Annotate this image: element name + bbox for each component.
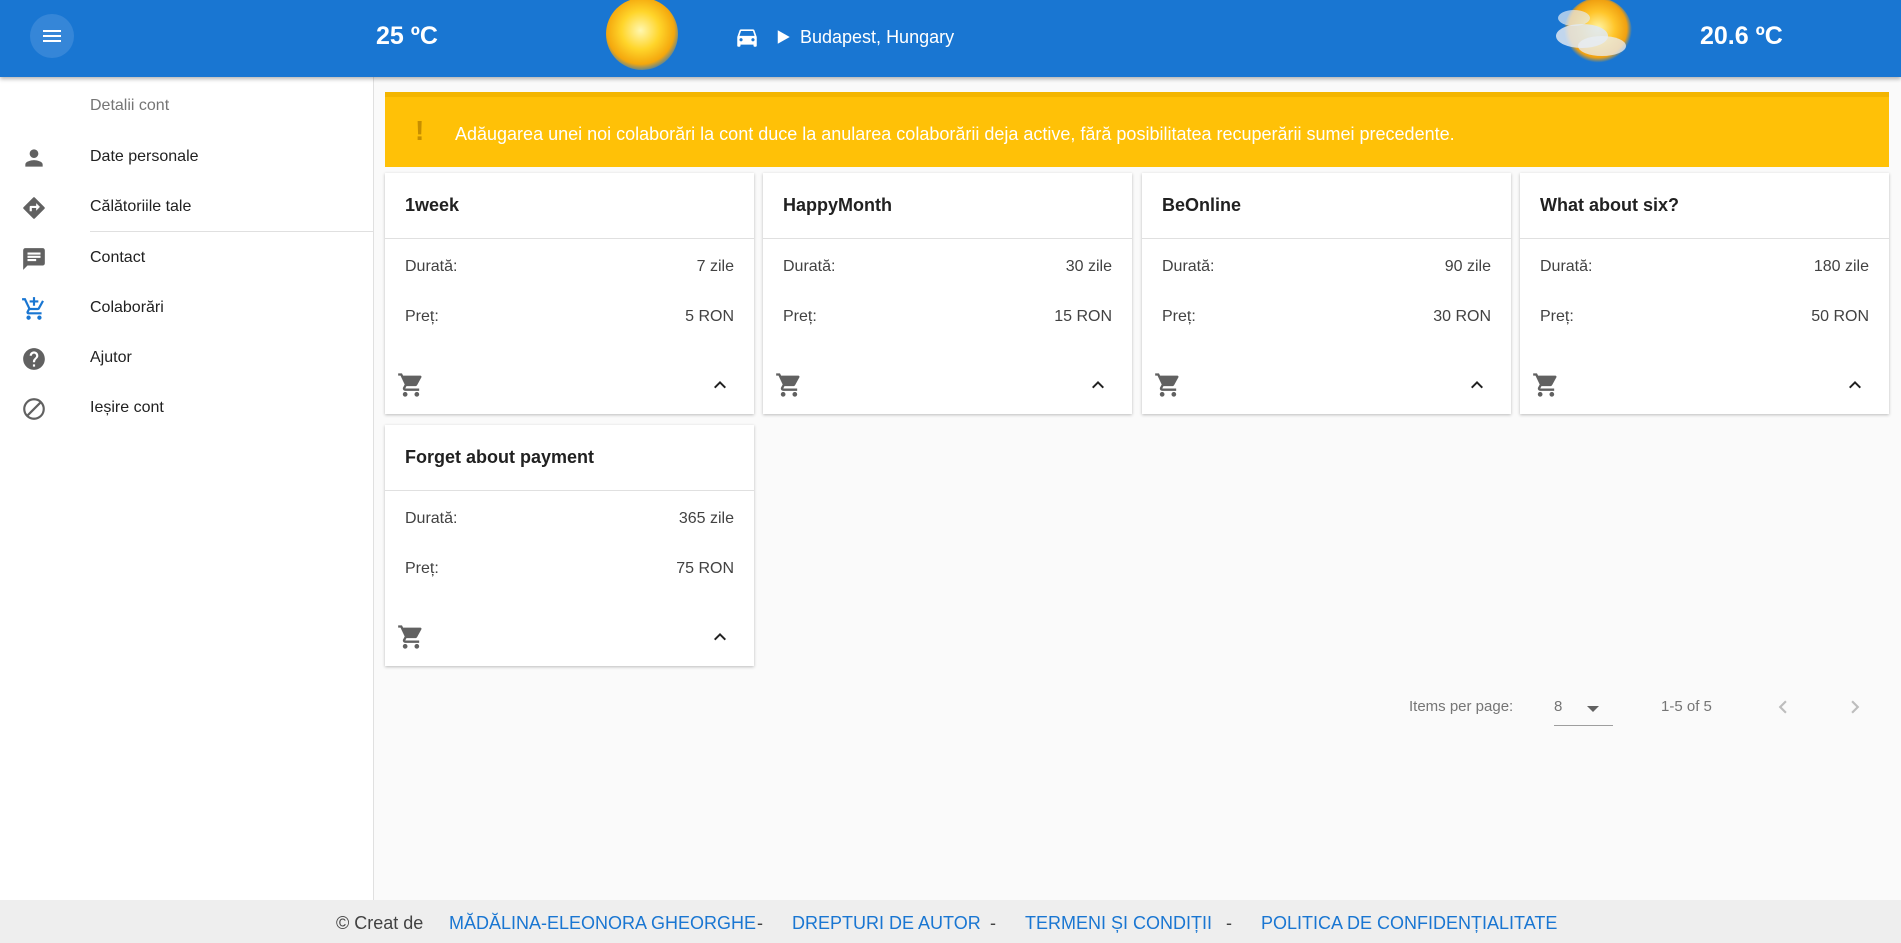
cart-icon[interactable] bbox=[397, 371, 425, 399]
sidebar-item-label: Călătoriile tale bbox=[90, 198, 192, 215]
plan-title: HappyMonth bbox=[783, 195, 892, 215]
sidebar-item-help[interactable]: Ajutor bbox=[0, 333, 374, 383]
sidebar-item-label: Date personale bbox=[90, 148, 199, 165]
price-value: 50 RON bbox=[1811, 308, 1869, 325]
price-value: 5 RON bbox=[685, 308, 734, 325]
sidebar-item-label: Colaborări bbox=[90, 299, 164, 316]
sidebar-item-personal-data[interactable]: Date personale bbox=[0, 132, 374, 182]
plan-title: What about six? bbox=[1540, 195, 1679, 215]
plan-title: Forget about payment bbox=[405, 447, 595, 467]
footer-privacy-link[interactable]: POLITICA DE CONFIDENȚIALITATE bbox=[1261, 913, 1557, 934]
plan-card: HappyMonth Durată: 30 zile Preț: 15 RON bbox=[763, 173, 1132, 414]
plan-card: Forget about payment Durată: 365 zile Pr… bbox=[385, 425, 754, 666]
footer-terms-link[interactable]: TERMENI ȘI CONDIȚII bbox=[1025, 913, 1212, 934]
play-arrow-icon bbox=[777, 30, 790, 44]
menu-button[interactable] bbox=[30, 14, 74, 58]
duration-value: 365 zile bbox=[678, 510, 734, 527]
sidebar-item-label: Ajutor bbox=[90, 349, 132, 366]
plan-card: 1week Durată: 7 zile Preț: 5 RON bbox=[385, 173, 754, 414]
footer: © Creat de MĂDĂLINA-ELEONORA GHEORGHE - … bbox=[0, 900, 1901, 943]
card-divider bbox=[763, 238, 1132, 239]
cart-icon[interactable] bbox=[1154, 371, 1182, 399]
warning-message: Adăugarea unei noi colaborări la cont du… bbox=[455, 124, 1455, 144]
footer-created-by: © Creat de bbox=[336, 913, 424, 933]
block-icon bbox=[23, 398, 45, 420]
price-label: Preț: bbox=[783, 308, 817, 325]
items-per-page-value: 8 bbox=[1554, 698, 1563, 715]
location-label: Budapest, Hungary bbox=[800, 26, 955, 47]
directions-icon bbox=[23, 197, 45, 219]
warning-icon: ! bbox=[415, 115, 425, 146]
items-per-page-select[interactable]: 8 bbox=[1554, 694, 1613, 726]
items-per-page-label: Items per page: bbox=[1409, 698, 1514, 715]
duration-label: Durată: bbox=[405, 258, 458, 275]
duration-value: 90 zile bbox=[1444, 258, 1491, 275]
price-label: Preț: bbox=[1540, 308, 1574, 325]
plan-title: 1week bbox=[405, 195, 460, 215]
plan-title: BeOnline bbox=[1162, 195, 1242, 215]
price-value: 75 RON bbox=[676, 560, 734, 577]
chevron-up-icon[interactable] bbox=[1465, 373, 1489, 397]
person-icon bbox=[25, 149, 43, 167]
sidebar-heading: Detalii cont bbox=[90, 97, 170, 114]
sidebar: Detalii cont Date personale Călătoriile … bbox=[0, 77, 374, 900]
duration-label: Durată: bbox=[1162, 258, 1215, 275]
warning-banner: ! Adăugarea unei noi colaborări la cont … bbox=[385, 92, 1889, 167]
sidebar-item-label: Ieșire cont bbox=[90, 399, 164, 416]
footer-copyright-link[interactable]: DREPTURI DE AUTOR bbox=[792, 913, 981, 934]
trip-location: Budapest, Hungary bbox=[734, 24, 954, 50]
sidebar-item-collaborations[interactable]: Colaborări bbox=[0, 283, 374, 333]
footer-author-link[interactable]: MĂDĂLINA-ELEONORA GHEORGHE bbox=[449, 913, 756, 934]
plan-card: BeOnline Durată: 90 zile Preț: 30 RON bbox=[1142, 173, 1511, 414]
help-icon bbox=[23, 348, 45, 370]
sidebar-item-trips[interactable]: Călătoriile tale bbox=[0, 182, 374, 232]
next-page-button[interactable] bbox=[1842, 694, 1868, 720]
card-divider bbox=[1142, 238, 1511, 239]
price-label: Preț: bbox=[405, 560, 439, 577]
local-temperature: 25 ºC bbox=[376, 22, 438, 50]
cart-icon[interactable] bbox=[1532, 371, 1560, 399]
chevron-up-icon[interactable] bbox=[1086, 373, 1110, 397]
chevron-up-icon[interactable] bbox=[708, 625, 732, 649]
price-label: Preț: bbox=[405, 308, 439, 325]
top-toolbar: 25 ºC Budapest, Hungary 20.6 ºC bbox=[0, 0, 1901, 77]
sun-icon bbox=[606, 0, 678, 70]
sidebar-divider bbox=[90, 231, 374, 232]
cart-icon[interactable] bbox=[775, 371, 803, 399]
sidebar-item-logout[interactable]: Ieșire cont bbox=[0, 383, 374, 433]
duration-label: Durată: bbox=[783, 258, 836, 275]
footer-separator: - bbox=[1226, 913, 1232, 933]
footer-separator: - bbox=[757, 913, 763, 933]
card-divider bbox=[385, 238, 754, 239]
destination-temperature: 20.6 ºC bbox=[1700, 22, 1783, 50]
card-divider bbox=[1520, 238, 1889, 239]
previous-page-button[interactable] bbox=[1770, 694, 1796, 720]
chevron-up-icon[interactable] bbox=[1843, 373, 1867, 397]
page-range-label: 1-5 of 5 bbox=[1661, 698, 1712, 715]
partly-cloudy-icon bbox=[1556, 0, 1632, 66]
duration-value: 180 zile bbox=[1813, 258, 1869, 275]
menu-icon bbox=[43, 30, 61, 42]
dropdown-arrow-icon bbox=[1587, 706, 1599, 712]
duration-value: 30 zile bbox=[1065, 258, 1112, 275]
add-shopping-cart-icon bbox=[22, 297, 44, 320]
card-divider bbox=[385, 490, 754, 491]
chat-icon bbox=[23, 248, 45, 270]
chevron-up-icon[interactable] bbox=[708, 373, 732, 397]
cart-icon[interactable] bbox=[397, 623, 425, 651]
price-value: 30 RON bbox=[1433, 308, 1491, 325]
footer-separator: - bbox=[990, 913, 996, 933]
price-value: 15 RON bbox=[1054, 308, 1112, 325]
duration-label: Durată: bbox=[405, 510, 458, 527]
car-icon bbox=[737, 29, 757, 47]
duration-label: Durată: bbox=[1540, 258, 1593, 275]
plan-card: What about six? Durată: 180 zile Preț: 5… bbox=[1520, 173, 1889, 414]
sidebar-item-contact[interactable]: Contact bbox=[0, 233, 374, 283]
sidebar-item-label: Contact bbox=[90, 249, 146, 266]
duration-value: 7 zile bbox=[696, 258, 734, 275]
price-label: Preț: bbox=[1162, 308, 1196, 325]
